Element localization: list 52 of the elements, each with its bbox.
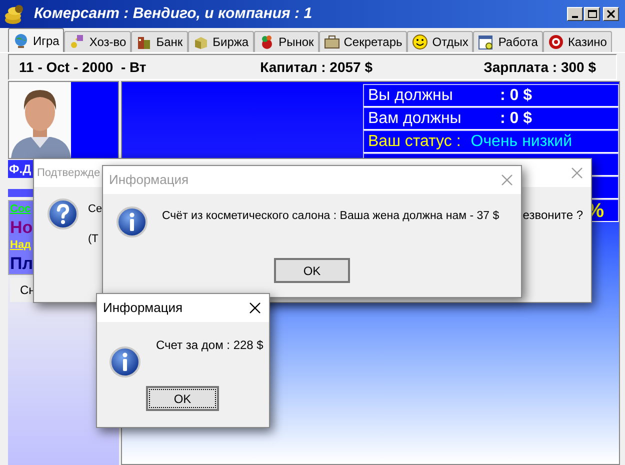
dialog-title: Подтвержде: [37, 166, 100, 181]
minimize-icon: [572, 16, 578, 18]
close-icon: [607, 10, 615, 18]
tab[interactable]: Казино: [542, 31, 612, 52]
stat-text: Сос: [10, 202, 31, 216]
dialog-title: Информация: [109, 171, 189, 190]
tab[interactable]: Рынок: [254, 31, 319, 52]
stat-text: Но: [10, 218, 33, 237]
info-icon: [116, 206, 148, 238]
window-title: Комерсант : Вендиго, и компания : 1: [34, 4, 314, 24]
capital-text: Капитал : 2057 $: [259, 58, 374, 76]
tab[interactable]: Секретарь: [318, 31, 408, 52]
close-button[interactable]: [603, 7, 619, 21]
minimize-button[interactable]: [567, 7, 583, 21]
tab[interactable]: Биржа: [188, 31, 254, 52]
tab[interactable]: Отдых: [407, 31, 474, 52]
calendar-icon: [478, 34, 494, 50]
stat-text: Над: [10, 238, 32, 252]
close-icon[interactable]: [249, 302, 261, 314]
finance-value: : 0 $: [500, 110, 532, 128]
finance-label: Вы должны: [368, 86, 454, 104]
date-text: 11 - Oct - 2000 - Вт: [19, 58, 148, 76]
info-icon: [109, 346, 141, 378]
roulette-icon: [548, 34, 564, 50]
ok-button[interactable]: OK: [274, 258, 350, 283]
dialog-text: Се: [88, 202, 102, 217]
stat-text: Пл: [10, 254, 34, 274]
globe-icon: [13, 32, 29, 48]
dialog-message: Счёт из косметического салона : Ваша жена должна нам - 37 $: [162, 209, 500, 224]
tab[interactable]: Работа: [473, 31, 543, 52]
status-value: Очень низкий: [470, 132, 572, 150]
question-icon: [47, 198, 79, 230]
smiley-icon: [412, 34, 428, 50]
tab[interactable]: Хоз-во: [64, 31, 132, 52]
ok-button[interactable]: OK: [146, 386, 219, 411]
box-icon: [192, 34, 209, 50]
salary-text: Зарплата : 300 $: [484, 58, 597, 77]
dialog-text: (Т: [88, 232, 98, 247]
maximize-button[interactable]: [584, 7, 600, 21]
building-icon: [136, 34, 152, 50]
coins-icon: [4, 3, 26, 25]
tab[interactable]: Игра: [8, 28, 64, 52]
dialog-title: Информация: [103, 299, 183, 318]
dialog-message: Счет за дом : 228 $: [156, 337, 264, 354]
tab[interactable]: Банк: [131, 31, 188, 52]
finance-label: Вам должны: [368, 110, 462, 128]
finance-value: : 0 $: [500, 86, 532, 104]
status-label: Ваш статус :: [368, 132, 461, 150]
briefcase-icon: [324, 34, 340, 50]
dialog-text: езвоните ?: [522, 207, 583, 224]
player-name: Ф.Д: [9, 161, 32, 178]
maximize-icon: [588, 10, 596, 18]
